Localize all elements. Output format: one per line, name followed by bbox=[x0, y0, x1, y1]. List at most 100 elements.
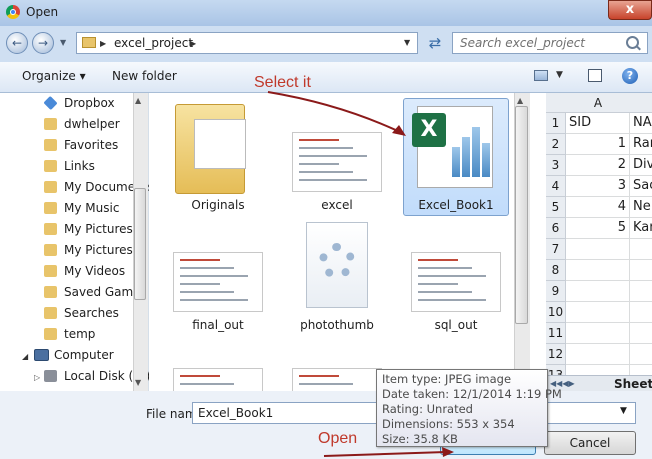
excel-row-header[interactable]: 4 bbox=[546, 176, 566, 197]
excel-cell[interactable] bbox=[566, 281, 630, 302]
thumbnail-line bbox=[418, 299, 486, 301]
excel-row-header[interactable]: 3 bbox=[546, 155, 566, 176]
excel-cell[interactable] bbox=[630, 281, 652, 302]
select-arrow-icon bbox=[267, 91, 406, 136]
file-list-scroll-thumb[interactable] bbox=[515, 106, 528, 324]
sidebar-item[interactable]: dwhelper bbox=[0, 114, 148, 135]
excel-row-header[interactable]: 10 bbox=[546, 302, 566, 323]
scroll-up-icon[interactable]: ▲ bbox=[135, 96, 141, 105]
excel-row-header[interactable]: 1 bbox=[546, 113, 566, 134]
sidebar-item[interactable]: My Pictures bbox=[0, 240, 148, 261]
thumbnail-line bbox=[180, 383, 234, 385]
excel-row-header[interactable]: 2 bbox=[546, 134, 566, 155]
sidebar-item[interactable]: My Videos bbox=[0, 261, 148, 282]
excel-row-header[interactable]: 6 bbox=[546, 218, 566, 239]
breadcrumb-current-folder[interactable]: excel_project bbox=[114, 36, 193, 50]
excel-cell[interactable] bbox=[566, 302, 630, 323]
sidebar-item[interactable]: Searches bbox=[0, 303, 148, 324]
excel-cell[interactable]: Ne bbox=[630, 197, 652, 218]
sidebar-item[interactable]: My Music bbox=[0, 198, 148, 219]
sidebar-item[interactable]: Favorites bbox=[0, 135, 148, 156]
gear-document-icon bbox=[306, 222, 368, 308]
excel-cell[interactable]: SID bbox=[566, 113, 630, 134]
scroll-down-icon[interactable]: ▼ bbox=[135, 378, 141, 387]
excel-cell[interactable]: 1 bbox=[566, 134, 630, 155]
excel-cell[interactable]: Sac bbox=[630, 176, 652, 197]
excel-row-header[interactable]: 8 bbox=[546, 260, 566, 281]
file-tile-label: photothumb bbox=[300, 318, 374, 332]
excel-cell[interactable]: 5 bbox=[566, 218, 630, 239]
excel-row-header[interactable]: 11 bbox=[546, 323, 566, 344]
folder-icon bbox=[44, 328, 57, 340]
sidebar-item-label: My Music bbox=[64, 201, 120, 215]
sidebar-item[interactable]: Links bbox=[0, 156, 148, 177]
refresh-icon[interactable]: ⇄ bbox=[424, 32, 446, 54]
sidebar-item-label: My Pictures bbox=[64, 222, 133, 236]
excel-cell[interactable] bbox=[630, 323, 652, 344]
excel-cell[interactable] bbox=[630, 344, 652, 365]
thumbnail-line bbox=[299, 155, 367, 157]
breadcrumb-chevron-icon[interactable]: ▶ bbox=[190, 39, 196, 48]
excel-cell[interactable]: Ran bbox=[630, 134, 652, 155]
excel-cell[interactable] bbox=[630, 260, 652, 281]
excel-cell[interactable] bbox=[566, 239, 630, 260]
cancel-button[interactable]: Cancel bbox=[544, 431, 636, 455]
excel-cell[interactable]: 3 bbox=[566, 176, 630, 197]
new-folder-button[interactable]: New folder bbox=[112, 69, 177, 83]
sidebar-item-label: My Videos bbox=[64, 264, 126, 278]
file-name-dropdown-icon[interactable]: ▼ bbox=[620, 406, 627, 416]
change-view-icon[interactable] bbox=[534, 70, 548, 81]
excel-cell[interactable] bbox=[630, 302, 652, 323]
view-options-dropdown-icon[interactable]: ▼ bbox=[556, 70, 563, 80]
back-button[interactable]: ← bbox=[6, 32, 28, 54]
excel-cell[interactable]: Kar bbox=[630, 218, 652, 239]
excel-cell[interactable] bbox=[630, 239, 652, 260]
excel-cell[interactable]: 4 bbox=[566, 197, 630, 218]
excel-file-icon: X bbox=[412, 106, 493, 188]
file-tile[interactable]: sql_out bbox=[401, 218, 511, 336]
excel-sheet-tab[interactable]: Sheet1 bbox=[614, 377, 652, 391]
sidebar-item[interactable]: My Pictures bbox=[0, 219, 148, 240]
excel-cell[interactable]: NA bbox=[630, 113, 652, 134]
excel-column-a-header[interactable]: A bbox=[566, 96, 630, 110]
excel-cell[interactable] bbox=[566, 323, 630, 344]
recent-locations-dropdown[interactable]: ▼ bbox=[60, 38, 66, 47]
sidebar-item[interactable]: temp bbox=[0, 324, 148, 345]
file-tile[interactable]: photothumb bbox=[282, 218, 392, 336]
excel-row-header[interactable]: 7 bbox=[546, 239, 566, 260]
page-preview-icon bbox=[194, 119, 246, 169]
scroll-up-icon[interactable]: ▲ bbox=[517, 96, 523, 105]
tree-expander-icon[interactable]: ▷ bbox=[34, 373, 40, 382]
sidebar-item[interactable]: Saved Games bbox=[0, 282, 148, 303]
excel-row-header[interactable]: 9 bbox=[546, 281, 566, 302]
sidebar-item[interactable]: Local Disk (C:) bbox=[0, 366, 150, 387]
close-button[interactable]: x bbox=[608, 0, 652, 20]
thumbnail-line bbox=[180, 267, 234, 269]
search-icon[interactable] bbox=[626, 36, 639, 49]
navigation-scroll-thumb[interactable] bbox=[134, 188, 146, 300]
preview-pane-icon[interactable] bbox=[588, 69, 602, 82]
breadcrumb-separator-icon[interactable]: ▶ bbox=[100, 39, 106, 48]
excel-cell[interactable]: 2 bbox=[566, 155, 630, 176]
excel-cell[interactable]: Div bbox=[630, 155, 652, 176]
tooltip-size: Size: 35.8 KB bbox=[382, 432, 458, 446]
excel-cell[interactable] bbox=[566, 260, 630, 281]
sidebar-item[interactable]: My Documents bbox=[0, 177, 154, 198]
folder-icon bbox=[175, 104, 246, 194]
search-placeholder: Search excel_project bbox=[460, 36, 586, 50]
excel-row-header[interactable]: 5 bbox=[546, 197, 566, 218]
file-tile[interactable]: final_out bbox=[163, 218, 273, 336]
sidebar-item[interactable]: Dropbox bbox=[0, 93, 148, 114]
excel-row-header[interactable]: 12 bbox=[546, 344, 566, 365]
file-tile[interactable]: Originals bbox=[163, 98, 273, 216]
organize-button[interactable]: Organize ▾ bbox=[22, 69, 86, 83]
pictures-folder-icon bbox=[44, 244, 57, 256]
searches-folder-icon bbox=[44, 307, 57, 319]
tree-expander-icon[interactable]: ◢ bbox=[22, 352, 28, 361]
thumbnail-line bbox=[180, 291, 234, 293]
chart-bar-icon bbox=[472, 127, 480, 177]
excel-cell[interactable] bbox=[566, 344, 630, 365]
help-icon[interactable]: ? bbox=[622, 68, 638, 84]
address-dropdown-icon[interactable]: ▼ bbox=[404, 38, 410, 47]
forward-button[interactable]: → bbox=[32, 32, 54, 54]
